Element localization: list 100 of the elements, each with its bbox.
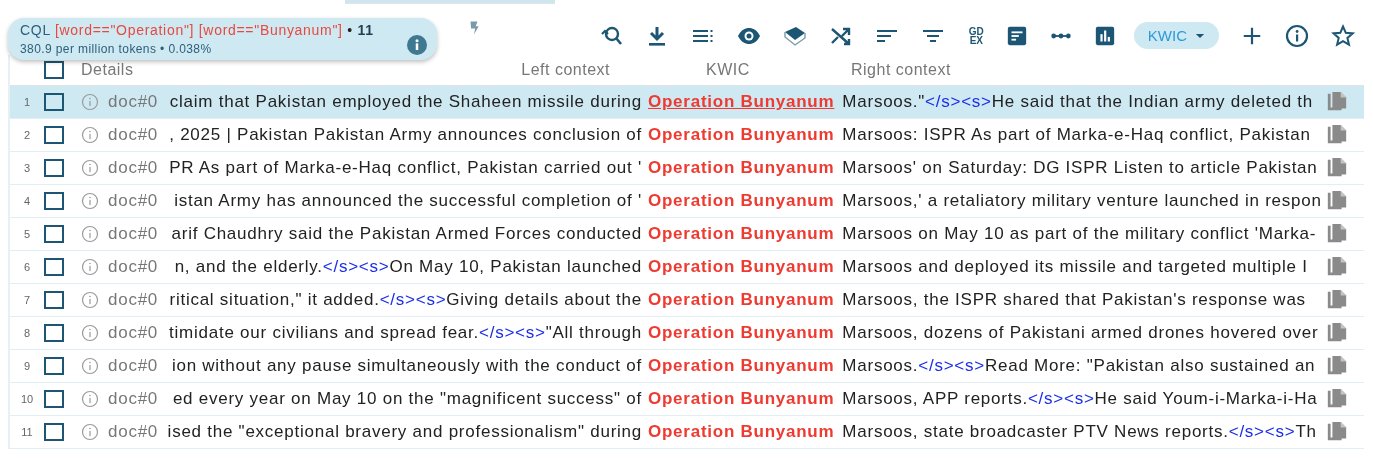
document-id[interactable]: doc#0 [108, 224, 162, 244]
keyword[interactable]: Operation Bunyanum [648, 389, 835, 408]
right-context: Marsoos: ISPR As part of Marka-e-Haq conflict, Pakistan [842, 125, 1311, 144]
right-context: Marsoos, the ISPR shared that Pakistan's response was [842, 290, 1306, 309]
left-context: timidate our civilians and spread fear.</s><s>"All through [169, 323, 642, 343]
gdex-button[interactable]: GD EX [968, 26, 984, 45]
concordance-row[interactable]: 7 doc#0 ritical situation," it added.</s><s>Giving details about the Operation Bunyanum Marsoos, the ISPR shared that Pakistan's response was [10, 284, 1364, 317]
right-context: Marsoos, dozens of Pakistani armed drones hovered over [842, 323, 1319, 342]
left-context: ed every year on May 10 on the "magnificent success" of [172, 389, 642, 409]
right-context: Marsoos.</s><s>Read More: "Pakistan also sustained an [842, 356, 1316, 375]
copy-icon[interactable] [1326, 355, 1349, 377]
star-icon[interactable] [1331, 23, 1355, 48]
row-checkbox[interactable] [44, 93, 64, 111]
left-context: ion without any pause simultaneously with the conduct of [171, 356, 642, 376]
row-checkbox[interactable] [44, 324, 64, 342]
left-context: arif Chaudhry said the Pakistan Armed Forces conducted [171, 224, 642, 244]
left-context: n, and the elderly.</s><s>On May 10, Pakistan launched [174, 257, 642, 277]
keyword[interactable]: Operation Bunyanum [648, 257, 835, 276]
row-number: 10 [19, 393, 35, 405]
concordance-row[interactable]: 6 doc#0 n, and the elderly.</s><s>On May 10, Pakistan launched Operation Bunyanum Marsoos and deployed its missile and targeted multiple I [10, 251, 1364, 284]
copy-icon[interactable] [1326, 91, 1349, 113]
text-document-icon[interactable] [1005, 24, 1028, 47]
row-checkbox[interactable] [44, 423, 64, 441]
document-id[interactable]: doc#0 [108, 191, 162, 211]
info-icon[interactable] [407, 35, 427, 55]
view-mode-dropdown[interactable]: KWIC [1133, 22, 1219, 49]
select-all-checkbox[interactable] [44, 61, 64, 79]
row-checkbox[interactable] [44, 357, 64, 375]
document-id[interactable]: doc#0 [108, 422, 162, 442]
row-checkbox[interactable] [44, 192, 64, 210]
concordance-row[interactable]: 10 doc#0 ed every year on May 10 on the "magnificent success" of Operation Bunyanum Marsoos, APP reports.</s><s>He said Youm-i-Marka-i-Ha [10, 383, 1364, 416]
right-context: Marsoos,' a retaliatory military venture launched in respon [842, 191, 1322, 210]
row-number: 9 [22, 360, 32, 372]
bar-chart-icon[interactable] [1093, 24, 1116, 47]
keyword[interactable]: Operation Bunyanum [648, 158, 835, 177]
left-context: istan Army has announced the successful completion of ' [174, 191, 642, 211]
document-id[interactable]: doc#0 [108, 158, 162, 178]
row-checkbox[interactable] [44, 390, 64, 408]
document-id[interactable]: doc#0 [108, 323, 162, 343]
row-number: 2 [22, 129, 32, 141]
frequency-stats: 380.9 per million tokens • 0.038% [20, 42, 212, 56]
keyword[interactable]: Operation Bunyanum [648, 191, 835, 210]
concordance-row[interactable]: 5 doc#0 arif Chaudhry said the Pakistan Armed Forces conducted Operation Bunyanum Marsoos on May 10 as part of the military conflict 'Marka- [10, 218, 1364, 251]
column-header: Left context [521, 61, 610, 79]
right-context: Marsoos and deployed its missile and targeted multiple I [842, 257, 1308, 276]
concordance-row[interactable]: 11 doc#0 ised the "exceptional bravery and professionalism" during Operation Bunyanum Marsoos, state broadcaster PTV News reports.</s><s>Th [10, 416, 1364, 449]
right-context: Marsoos, state broadcaster PTV News reports.</s><s>Th [842, 422, 1317, 441]
copy-icon[interactable] [1326, 223, 1349, 245]
document-id[interactable]: doc#0 [108, 257, 162, 277]
concordance-row[interactable]: 8 doc#0 timidate our civilians and spread fear.</s><s>"All through Operation Bunyanum Marsoos, dozens of Pakistani armed drones hovered over [10, 317, 1364, 350]
copy-icon[interactable] [1326, 388, 1349, 410]
concordance-row[interactable]: 2 doc#0 , 2025 | Pakistan Pakistan Army announces conclusion of Operation Bunyanum Marsoos: ISPR As part of Marka-e-Haq conflict, Pakistan [10, 119, 1364, 152]
row-number: 6 [22, 261, 32, 273]
document-id[interactable]: doc#0 [108, 125, 162, 145]
row-number: 8 [22, 327, 32, 339]
row-checkbox[interactable] [44, 225, 64, 243]
row-number: 7 [22, 294, 32, 306]
document-id[interactable]: doc#0 [108, 92, 162, 112]
copy-icon[interactable] [1326, 124, 1349, 146]
query-text: CQL [word=="Operation"] [word=="Bunyanum"] • 11 [20, 22, 375, 38]
row-number: 3 [22, 162, 32, 174]
left-context: PR As part of Marka-e-Haq conflict, Pakistan carried out ' [169, 158, 642, 178]
left-context: ised the "exceptional bravery and professionalism" during [167, 422, 642, 442]
copy-icon[interactable] [1326, 190, 1349, 212]
column-header: KWIC [706, 61, 750, 78]
row-checkbox[interactable] [44, 258, 64, 276]
keyword[interactable]: Operation Bunyanum [648, 290, 835, 309]
row-number: 5 [22, 228, 32, 240]
left-context: claim that Pakistan employed the Shaheen missile during [169, 92, 642, 112]
row-number: 11 [20, 426, 34, 438]
keyword[interactable]: Operation Bunyanum [648, 125, 835, 144]
keyword[interactable]: Operation Bunyanum [648, 422, 835, 441]
row-number: 1 [22, 96, 32, 108]
document-id[interactable]: doc#0 [108, 356, 162, 376]
keyword[interactable]: Operation Bunyanum [648, 356, 835, 375]
row-checkbox[interactable] [44, 159, 64, 177]
concordance-row[interactable]: 1 doc#0 claim that Pakistan employed the Shaheen missile during Operation Bunyanum Marsoos."</s><s>He said that the Indian army deleted th [10, 86, 1364, 119]
copy-icon[interactable] [1326, 289, 1349, 311]
copy-icon[interactable] [1326, 256, 1349, 278]
concordance-row[interactable]: 3 doc#0 PR As part of Marka-e-Haq conflict, Pakistan carried out ' Operation Bunyanum Marsoos' on Saturday: DG ISPR Listen to article Pakistan [10, 152, 1364, 185]
keyword[interactable]: Operation Bunyanum [648, 224, 835, 243]
copy-icon[interactable] [1326, 421, 1349, 443]
keyword[interactable]: Operation Bunyanum [648, 323, 835, 342]
document-id[interactable]: doc#0 [108, 290, 162, 310]
right-context: Marsoos on May 10 as part of the military conflict 'Marka- [842, 224, 1317, 243]
concordance-row[interactable]: 4 doc#0 istan Army has announced the successful completion of ' Operation Bunyanum Marsoos,' a retaliatory military venture launched in respon [10, 185, 1364, 218]
copy-icon[interactable] [1326, 322, 1349, 344]
keyword[interactable]: Operation Bunyanum [648, 92, 835, 111]
row-number: 4 [22, 195, 32, 207]
row-checkbox[interactable] [44, 291, 64, 309]
left-context: , 2025 | Pakistan Pakistan Army announces conclusion of [169, 125, 642, 145]
info-icon[interactable] [1285, 23, 1309, 48]
document-id[interactable]: doc#0 [108, 389, 162, 409]
copy-icon[interactable] [1326, 157, 1349, 179]
column-header: Right context [851, 61, 951, 78]
concordance-row[interactable]: 9 doc#0 ion without any pause simultaneously with the conduct of Operation Bunyanum Marsoos.</s><s>Read More: "Pakistan also sustained an [10, 350, 1364, 383]
column-header: Details [81, 61, 135, 79]
row-checkbox[interactable] [44, 126, 64, 144]
right-context: Marsoos."</s><s>He said that the Indian army deleted th [842, 92, 1313, 111]
right-context: Marsoos, APP reports.</s><s>He said Youm-i-Marka-i-Ha [842, 389, 1318, 408]
